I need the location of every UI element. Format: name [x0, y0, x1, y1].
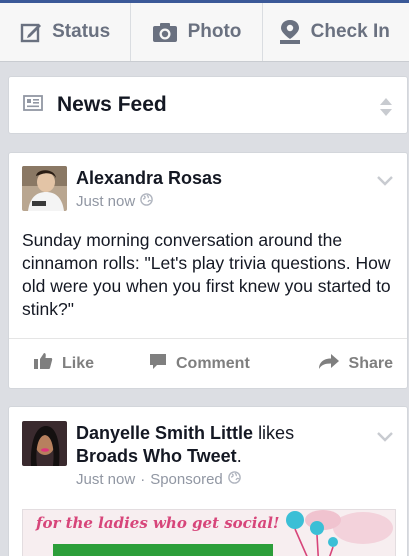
- post-time: Just now: [76, 193, 136, 210]
- news-feed-header[interactable]: News Feed: [8, 76, 408, 134]
- share-arrow-icon: [318, 353, 340, 375]
- comment-label: Comment: [176, 354, 250, 372]
- story-page-line: Broads Who Tweet.: [76, 446, 242, 467]
- post-meta: Just now: [76, 193, 154, 210]
- chevron-down-icon[interactable]: [377, 173, 393, 191]
- status-button[interactable]: Status: [0, 3, 132, 61]
- like-label: Like: [62, 354, 95, 372]
- period: .: [236, 446, 242, 466]
- post-time: Just now: [76, 471, 136, 488]
- sort-arrows-icon[interactable]: [379, 97, 393, 122]
- share-label: Share: [348, 354, 393, 372]
- feed-story: Alexandra Rosas Just now Sunday morning …: [8, 152, 408, 389]
- globe-icon: [227, 471, 241, 488]
- post-text: Sunday morning conversation around the c…: [22, 230, 391, 319]
- comment-bubble-icon: [149, 353, 167, 375]
- photo-button[interactable]: Photo: [131, 3, 263, 61]
- chevron-down-icon[interactable]: [377, 429, 393, 447]
- post-meta: Just now · Sponsored: [76, 471, 241, 488]
- story-actions: Like Comment Share: [9, 338, 407, 388]
- check-in-label: Check In: [310, 21, 390, 42]
- thumbs-up-icon: [33, 352, 53, 375]
- photo-label: Photo: [187, 21, 242, 42]
- edit-icon: [20, 21, 42, 43]
- liked-page-name[interactable]: Broads Who Tweet: [76, 446, 237, 466]
- news-feed-icon: [23, 94, 43, 116]
- status-label: Status: [52, 21, 111, 42]
- avatar[interactable]: [22, 421, 67, 466]
- avatar[interactable]: [22, 166, 67, 211]
- feed-story-sponsored: Danyelle Smith Little likes Broads Who T…: [8, 406, 408, 556]
- story-headline: Danyelle Smith Little likes: [76, 423, 294, 444]
- story-verb: likes: [258, 423, 295, 443]
- comment-button[interactable]: Comment: [149, 353, 250, 375]
- globe-icon: [140, 193, 154, 210]
- like-button[interactable]: Like: [33, 352, 94, 375]
- composer-bar: Status Photo Check In: [0, 0, 409, 62]
- location-pin-icon: [279, 19, 301, 45]
- check-in-button[interactable]: Check In: [263, 3, 409, 61]
- post-author[interactable]: Alexandra Rosas: [76, 168, 222, 189]
- camera-icon: [152, 21, 178, 43]
- sponsored-label: Sponsored: [150, 471, 223, 488]
- share-button[interactable]: Share: [318, 353, 393, 375]
- ad-tagline: for the ladies who get social!: [36, 514, 280, 532]
- page-title: News Feed: [57, 93, 167, 116]
- ad-image[interactable]: for the ladies who get social!: [22, 509, 396, 556]
- story-author[interactable]: Danyelle Smith Little: [76, 423, 253, 443]
- meta-separator: ·: [140, 471, 146, 488]
